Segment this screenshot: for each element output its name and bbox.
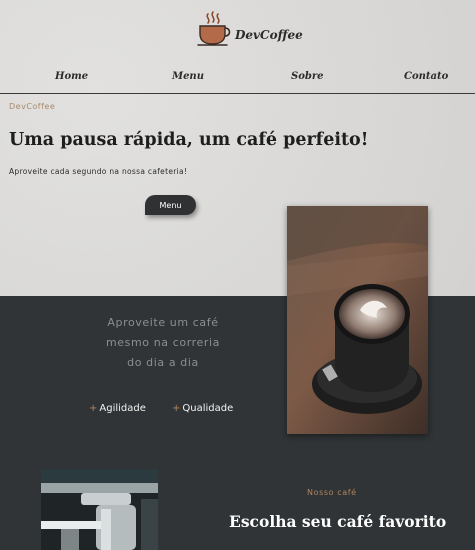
- feature-label: Qualidade: [182, 403, 234, 414]
- brand-name: DevCoffee: [235, 28, 303, 42]
- quote-line: mesmo na correria: [105, 336, 221, 349]
- nav-item-home[interactable]: Home: [55, 71, 88, 82]
- feature-qualidade: + Qualidade: [172, 403, 233, 414]
- main-nav: Home Menu Sobre Contato: [0, 70, 475, 94]
- nav-item-menu[interactable]: Menu: [172, 71, 204, 82]
- hero-subtitle: Aproveite cada segundo na nossa cafeteri…: [9, 167, 188, 176]
- quote-line: Aproveite um café: [107, 316, 219, 329]
- coffee-cup-photo: [287, 206, 428, 434]
- brand-logo[interactable]: DevCoffee: [197, 10, 303, 48]
- plus-icon: +: [172, 403, 181, 414]
- hero-eyebrow: DevCoffee: [9, 102, 56, 111]
- menu-eyebrow: Nosso café: [307, 488, 357, 497]
- menu-title: Escolha seu café favorito: [229, 512, 447, 531]
- feature-label: Agilidade: [99, 403, 146, 414]
- menu-button[interactable]: Menu: [145, 195, 196, 215]
- espresso-machine-photo: [41, 469, 158, 550]
- nav-item-sobre[interactable]: Sobre: [291, 71, 324, 82]
- hero-title: Uma pausa rápida, um café perfeito!: [9, 130, 369, 150]
- about-quote: Aproveite um café mesmo na correria do d…: [88, 313, 238, 373]
- coffee-cup-icon: [197, 11, 231, 46]
- feature-agilidade: + Agilidade: [89, 403, 146, 414]
- nav-item-contato[interactable]: Contato: [404, 71, 448, 82]
- quote-line: do dia a dia: [127, 356, 199, 369]
- plus-icon: +: [89, 403, 98, 414]
